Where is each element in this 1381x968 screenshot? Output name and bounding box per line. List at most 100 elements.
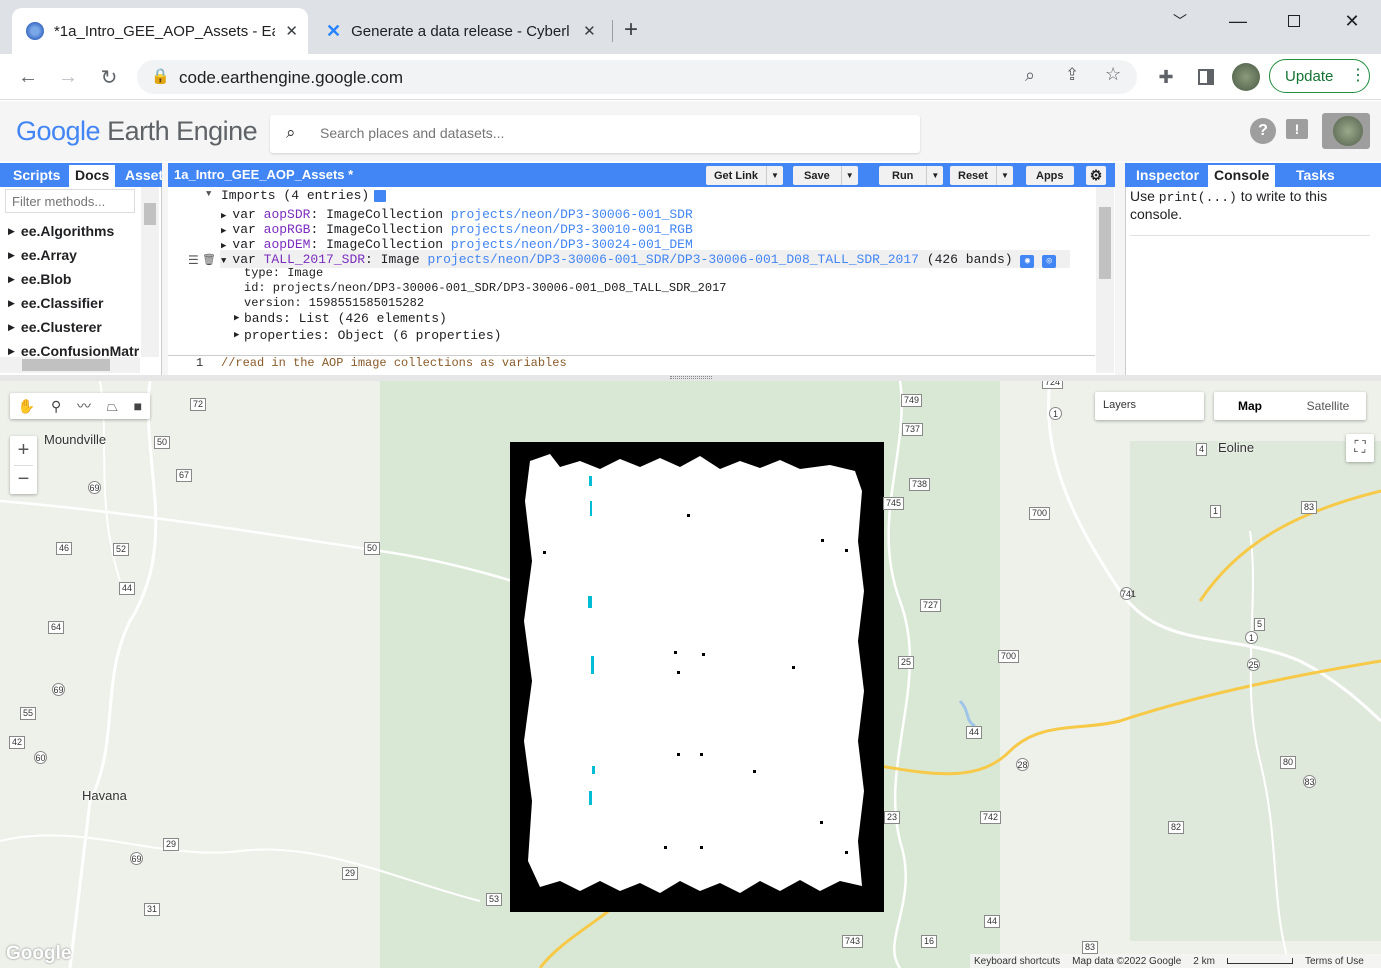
reload-icon[interactable]: ↻ <box>97 65 121 89</box>
extensions-icon[interactable]: ✚ <box>1154 65 1178 89</box>
browser-tab-confluence[interactable]: ✕ Generate a data release - Cyberl ✕ <box>312 8 608 54</box>
dropdown-arrow-icon[interactable]: ▼ <box>840 166 858 185</box>
tab-close-icon[interactable]: ✕ <box>285 22 298 40</box>
share-icon[interactable]: ⇪ <box>1065 65 1079 85</box>
expand-arrow-icon[interactable]: ▼ <box>221 256 226 266</box>
profile-avatar[interactable] <box>1232 63 1260 91</box>
terms-of-use-link[interactable]: Terms of Use <box>1305 956 1364 967</box>
rectangle-tool-icon[interactable]: ■ <box>134 398 142 414</box>
map-canvas[interactable]: Moundville Havana Eoline 72 50 67 69 46 52 44 50 6… <box>0 381 1381 968</box>
browser-tab-gee[interactable]: *1a_Intro_GEE_AOP_Assets - Eart ✕ <box>12 8 308 54</box>
expand-arrow-icon[interactable]: ▶ <box>234 330 239 340</box>
drag-handle-icon[interactable] <box>670 376 712 379</box>
settings-gear-icon[interactable]: ⚙ <box>1086 166 1106 185</box>
import-name[interactable]: aopRGB <box>264 222 311 237</box>
zoom-out-button[interactable]: − <box>10 466 37 494</box>
maximize-icon[interactable] <box>1274 8 1314 34</box>
marker-icon[interactable]: ⚲ <box>51 398 61 415</box>
tab-tasks[interactable]: Tasks <box>1290 165 1341 187</box>
keyboard-shortcuts-link[interactable]: Keyboard shortcuts <box>974 956 1060 967</box>
search-input[interactable] <box>320 125 880 141</box>
import-row[interactable]: ▶ var aopSDR: ImageCollection projects/ne… <box>221 207 693 222</box>
close-window-icon[interactable]: ✕ <box>1332 8 1372 34</box>
import-name[interactable]: aopDEM <box>264 237 311 252</box>
address-bar[interactable]: 🔒 code.earthengine.google.com ⌕ ⇪ ☆ <box>137 60 1137 94</box>
account-button[interactable] <box>1322 113 1370 149</box>
asset-path-link[interactable]: projects/neon/DP3-30024-001_DEM <box>451 237 693 252</box>
tab-close-icon[interactable]: ✕ <box>583 22 596 40</box>
expand-arrow-icon[interactable]: ▶ <box>221 241 226 251</box>
forward-arrow-icon[interactable]: → <box>56 65 80 89</box>
method-list-item[interactable]: ▶ ee.Classifier <box>0 291 140 315</box>
apps-button[interactable]: Apps <box>1026 166 1074 185</box>
polygon-tool-icon[interactable]: ⏢ <box>107 398 118 415</box>
map-type-satellite-button[interactable]: Satellite <box>1290 392 1366 420</box>
get-link-button[interactable]: Get Link ▼ <box>706 166 783 185</box>
tab-search-icon[interactable]: ﹀ <box>1160 8 1200 34</box>
line-tool-icon[interactable]: 〰 <box>77 396 91 416</box>
expand-arrow-icon[interactable]: ▶ <box>221 226 226 236</box>
kebab-menu-icon[interactable]: ⋮ <box>1350 65 1366 85</box>
import-row[interactable]: ▶ var aopDEM: ImageCollection projects/ne… <box>221 237 693 252</box>
filter-methods-input[interactable] <box>5 189 135 213</box>
scroll-thumb[interactable] <box>1099 207 1111 279</box>
tab-inspector[interactable]: Inspector <box>1130 165 1205 187</box>
method-list-item[interactable]: ▶ ee.Clusterer <box>0 315 140 339</box>
expand-arrow-icon[interactable]: ▶ <box>234 313 239 323</box>
route-shield: 23 <box>884 811 901 824</box>
tab-console[interactable]: Console <box>1208 165 1276 187</box>
help-icon[interactable]: ? <box>1250 118 1276 144</box>
collapse-arrow-icon[interactable]: ▼ <box>206 189 211 199</box>
code-comment[interactable]: //read in the AOP image collections as v… <box>221 356 567 370</box>
method-list-item[interactable]: ▶ ee.Array <box>0 243 140 267</box>
update-button[interactable]: Update ⋮ <box>1269 59 1370 93</box>
imports-header[interactable]: Imports (4 entries) <box>221 188 369 203</box>
expand-arrow-icon[interactable]: ▶ <box>221 211 226 221</box>
method-list-item[interactable]: ▶ ee.Algorithms <box>0 219 140 243</box>
import-name[interactable]: TALL_2017_SDR <box>264 252 365 267</box>
code-editor[interactable]: ▼ Imports (4 entries) ▶ var aopSDR: Image… <box>168 187 1115 375</box>
dropdown-arrow-icon[interactable]: ▼ <box>926 166 943 185</box>
fullscreen-icon[interactable]: ⛶ <box>1346 434 1374 462</box>
side-panel-icon[interactable] <box>1194 65 1218 89</box>
target-icon[interactable]: ◎ <box>1042 255 1057 268</box>
save-button[interactable]: Save ▼ <box>793 166 858 185</box>
hscroll-thumb[interactable] <box>22 359 110 371</box>
new-tab-button[interactable]: + <box>624 16 638 44</box>
tab-scripts[interactable]: Scripts <box>7 165 66 187</box>
asset-path-link[interactable]: projects/neon/DP3-30006-001_SDR <box>451 207 693 222</box>
places-search-box[interactable]: ⌕ <box>270 115 920 153</box>
left-splitter[interactable] <box>162 163 168 375</box>
editor-scrollbar[interactable] <box>1096 187 1114 373</box>
detail-properties[interactable]: properties: Object (6 properties) <box>244 328 501 343</box>
back-arrow-icon[interactable]: ← <box>16 65 40 89</box>
inspect-eye-icon[interactable]: ◉ <box>1020 255 1035 268</box>
import-row[interactable]: ▼ var TALL_2017_SDR: Image projects/neon/… <box>221 252 1057 268</box>
method-list-item[interactable]: ▶ ee.Blob <box>0 267 140 291</box>
show-script-icon[interactable] <box>374 190 386 202</box>
run-button[interactable]: Run ▼ <box>879 166 944 185</box>
import-name[interactable]: aopSDR <box>264 207 311 222</box>
tab-docs[interactable]: Docs <box>69 165 116 187</box>
reorder-handle-icon[interactable]: ☰ <box>188 253 199 267</box>
pan-hand-icon[interactable]: ✋ <box>18 398 35 415</box>
import-row[interactable]: ▶ var aopRGB: ImageCollection projects/ne… <box>221 222 693 237</box>
right-splitter[interactable] <box>1115 163 1125 375</box>
layers-button[interactable]: Layers <box>1095 392 1204 420</box>
map-type-map-button[interactable]: Map <box>1214 392 1286 420</box>
asset-path-link[interactable]: projects/neon/DP3-30006-001_SDR/DP3-3000… <box>427 252 918 267</box>
docs-hscrollbar[interactable] <box>0 357 140 373</box>
delete-import-icon[interactable]: 🗑 <box>202 253 216 266</box>
docs-scrollbar[interactable] <box>141 187 159 357</box>
asset-path-link[interactable]: projects/neon/DP3-30010-001_RGB <box>451 222 693 237</box>
zoom-icon[interactable]: ⌕ <box>1025 65 1035 86</box>
feedback-icon[interactable]: ! <box>1286 119 1308 139</box>
zoom-in-button[interactable]: + <box>10 436 37 464</box>
bookmark-star-icon[interactable]: ☆ <box>1105 64 1121 85</box>
scroll-thumb[interactable] <box>144 203 156 225</box>
detail-bands[interactable]: bands: List (426 elements) <box>244 311 447 326</box>
dropdown-arrow-icon[interactable]: ▼ <box>995 166 1013 185</box>
dropdown-arrow-icon[interactable]: ▼ <box>766 166 783 185</box>
reset-button[interactable]: Reset ▼ <box>950 166 1013 185</box>
minimize-icon[interactable]: — <box>1218 8 1258 34</box>
